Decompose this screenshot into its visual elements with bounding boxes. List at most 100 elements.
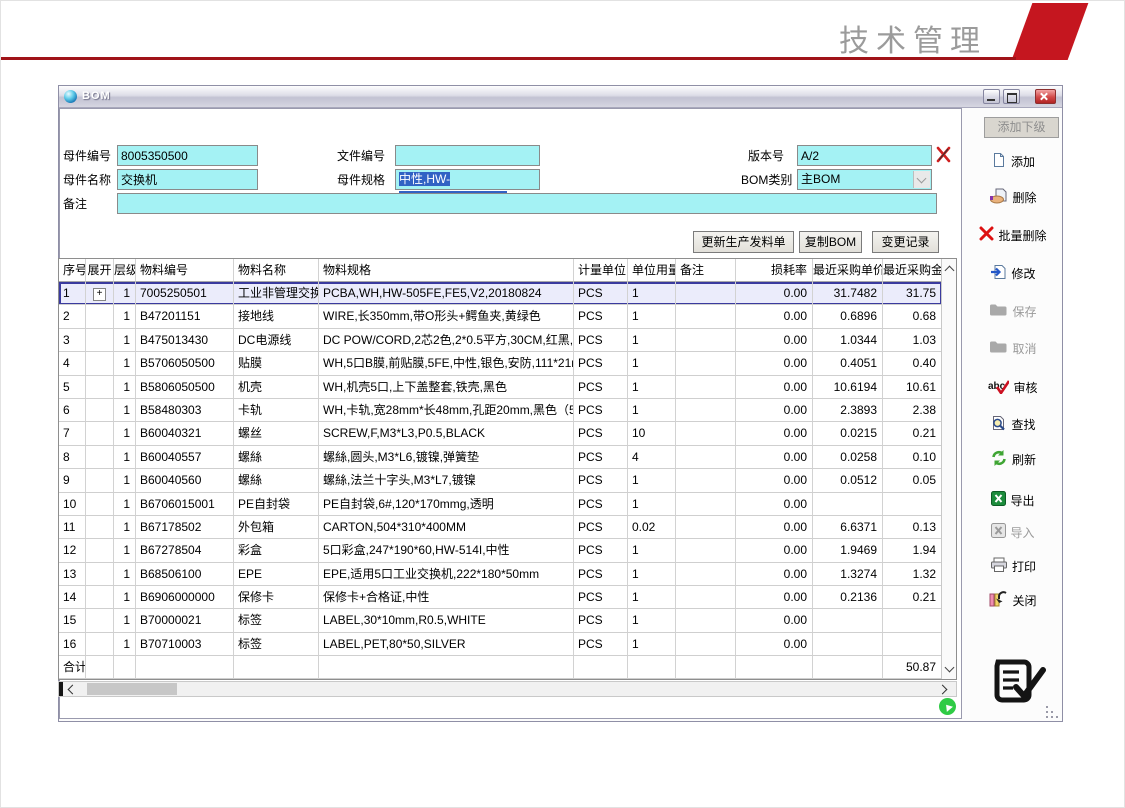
red-parallelogram-decoration bbox=[1012, 3, 1089, 60]
doc-code-input[interactable] bbox=[395, 145, 540, 166]
cell bbox=[86, 352, 114, 375]
scroll-right-icon[interactable] bbox=[938, 685, 948, 695]
cell: 1 bbox=[628, 399, 676, 422]
sidebar-button-2[interactable]: 添加 bbox=[965, 150, 1061, 172]
cell: 1 bbox=[114, 493, 136, 516]
bom-type-select[interactable]: 主BOM bbox=[797, 169, 932, 190]
sidebar-button-8[interactable]: abc审核 bbox=[965, 376, 1061, 398]
cell: WH,卡轨,宽28mm*长48mm,孔距20mm,黑色（5 bbox=[319, 399, 574, 422]
sidebar-button-5[interactable]: 修改 bbox=[965, 262, 1061, 284]
version-input[interactable] bbox=[797, 145, 932, 166]
cell: 2 bbox=[59, 305, 86, 328]
grid-header-row: 序号展开层级物料编号物料名称物料规格计量单位单位用量备注损耗率最近采购单价最近采… bbox=[59, 259, 942, 282]
vertical-scrollbar[interactable] bbox=[941, 259, 956, 679]
cell: 1.32 bbox=[883, 563, 942, 586]
scroll-up-icon[interactable] bbox=[945, 266, 955, 276]
minimize-button[interactable] bbox=[983, 89, 1000, 104]
sidebar-button-4[interactable]: 批量删除 bbox=[965, 224, 1061, 246]
table-row[interactable]: 91B60040560螺絲螺絲,法兰十字头,M3*L7,镀镍PCS10.000.… bbox=[59, 469, 942, 492]
chevron-down-icon[interactable] bbox=[913, 171, 930, 188]
scroll-down-icon[interactable] bbox=[945, 663, 955, 673]
cell: 10.6194 bbox=[813, 376, 883, 399]
table-row[interactable]: 141B6906000000保修卡保修卡+合格证,中性PCS10.000.213… bbox=[59, 586, 942, 609]
cell bbox=[676, 329, 736, 352]
table-row[interactable]: 151B70000021标签LABEL,30*10mm,R0.5,WHITEPC… bbox=[59, 609, 942, 632]
parent-name-input[interactable] bbox=[117, 169, 258, 190]
parent-spec-input[interactable]: 中性,HW-505I,5FE,DC12-48V bbox=[395, 169, 540, 190]
remark-input[interactable] bbox=[117, 193, 937, 214]
table-row[interactable]: 81B60040557螺絲螺絲,圆头,M3*L6,镀镍,弹簧垫PCS40.000… bbox=[59, 446, 942, 469]
cell: 14 bbox=[59, 586, 86, 609]
cell bbox=[883, 609, 942, 632]
cell: 1 bbox=[628, 352, 676, 375]
sidebar-button-11[interactable]: 导出 bbox=[965, 489, 1061, 511]
sidebar-button-10[interactable]: 刷新 bbox=[965, 448, 1061, 470]
maximize-button[interactable] bbox=[1003, 89, 1020, 104]
cell bbox=[86, 539, 114, 562]
cell bbox=[676, 399, 736, 422]
table-row[interactable]: 51B5806050500机壳WH,机壳5口,上下盖整套,铁壳,黑色PCS10.… bbox=[59, 376, 942, 399]
cell: LABEL,PET,80*50,SILVER bbox=[319, 633, 574, 656]
version-clear-icon[interactable] bbox=[935, 145, 953, 168]
cell: 标签 bbox=[234, 633, 319, 656]
cell: 6.6371 bbox=[813, 516, 883, 539]
table-row[interactable]: 101B6706015001PE自封袋PE自封袋,6#,120*170mmg,透… bbox=[59, 493, 942, 516]
cell: B475013430 bbox=[136, 329, 234, 352]
table-row[interactable]: 111B67178502外包箱CARTON,504*310*400MMPCS0.… bbox=[59, 516, 942, 539]
cell: B6706015001 bbox=[136, 493, 234, 516]
cell bbox=[736, 656, 813, 679]
sidebar-button-label: 打印 bbox=[1012, 558, 1036, 575]
cell: 0.00 bbox=[736, 399, 813, 422]
cell bbox=[676, 446, 736, 469]
table-row[interactable]: 1+17005250501工业非管理交换机PCBA,WH,HW-505FE,FE… bbox=[59, 282, 942, 305]
table-row[interactable]: 131B68506100EPEEPE,适用5口工业交换机,222*180*50m… bbox=[59, 563, 942, 586]
red-divider-line bbox=[0, 57, 1016, 60]
parent-code-input[interactable] bbox=[117, 145, 258, 166]
cell bbox=[676, 352, 736, 375]
cell: PCS bbox=[574, 376, 628, 399]
cell: DC POW/CORD,2芯2色,2*0.5平方,30CM,红黑,带 bbox=[319, 329, 574, 352]
table-row[interactable]: 41B5706050500贴膜WH,5口B膜,前贴膜,5FE,中性,银色,安防,… bbox=[59, 352, 942, 375]
expand-plus-icon[interactable]: + bbox=[93, 288, 106, 301]
sidebar-button-3[interactable]: 删除 bbox=[965, 186, 1061, 208]
change-log-button[interactable]: 变更记录 bbox=[872, 231, 939, 253]
copy-bom-button[interactable]: 复制BOM bbox=[799, 231, 862, 253]
cell: 1 bbox=[628, 609, 676, 632]
sidebar-button-13[interactable]: 打印 bbox=[965, 555, 1061, 577]
sidebar-button-14[interactable]: 关闭 bbox=[965, 589, 1061, 611]
excel-export-icon bbox=[991, 491, 1006, 509]
table-row[interactable]: 31B475013430DC电源线DC POW/CORD,2芯2色,2*0.5平… bbox=[59, 329, 942, 352]
scrollbar-thumb[interactable] bbox=[87, 683, 177, 695]
cell: 1 bbox=[114, 609, 136, 632]
cell bbox=[86, 493, 114, 516]
grid-total-row: 合计50.87 bbox=[59, 656, 942, 679]
update-production-issue-button[interactable]: 更新生产发料单 bbox=[693, 231, 794, 253]
sidebar-button-9[interactable]: 查找 bbox=[965, 413, 1061, 435]
cell: 螺絲 bbox=[234, 469, 319, 492]
sidebar-button-label: 添加 bbox=[1011, 153, 1035, 170]
close-button[interactable] bbox=[1035, 89, 1056, 104]
scroll-left-icon[interactable] bbox=[68, 685, 78, 695]
table-row[interactable]: 121B67278504彩盒5口彩盒,247*190*60,HW-514I,中性… bbox=[59, 539, 942, 562]
table-row[interactable]: 71B60040321螺丝SCREW,F,M3*L3,P0.5,BLACKPCS… bbox=[59, 422, 942, 445]
resize-grip[interactable] bbox=[1046, 706, 1058, 718]
cell bbox=[813, 633, 883, 656]
bom-grid: 序号展开层级物料编号物料名称物料规格计量单位单位用量备注损耗率最近采购单价最近采… bbox=[58, 258, 957, 680]
table-row[interactable]: 61B58480303卡轨WH,卡轨,宽28mm*长48mm,孔距20mm,黑色… bbox=[59, 399, 942, 422]
cell: 1.94 bbox=[883, 539, 942, 562]
table-row[interactable]: 21B47201151接地线WIRE,长350mm,带O形头+鳄鱼夹,黄绿色PC… bbox=[59, 305, 942, 328]
cell: 1 bbox=[628, 586, 676, 609]
splitter-handle[interactable] bbox=[59, 682, 63, 696]
cell: 1 bbox=[114, 329, 136, 352]
cell: 1 bbox=[114, 516, 136, 539]
cell: 1 bbox=[628, 469, 676, 492]
column-header: 计量单位 bbox=[574, 259, 628, 282]
table-row[interactable]: 161B70710003标签LABEL,PET,80*50,SILVERPCS1… bbox=[59, 633, 942, 656]
cell: 彩盒 bbox=[234, 539, 319, 562]
cell: WH,机壳5口,上下盖整套,铁壳,黑色 bbox=[319, 376, 574, 399]
horizontal-scrollbar[interactable] bbox=[58, 681, 957, 697]
cell: 16 bbox=[59, 633, 86, 656]
cell: 2.3893 bbox=[813, 399, 883, 422]
cell: 1 bbox=[114, 305, 136, 328]
bom-type-label: BOM类别 bbox=[741, 172, 792, 188]
